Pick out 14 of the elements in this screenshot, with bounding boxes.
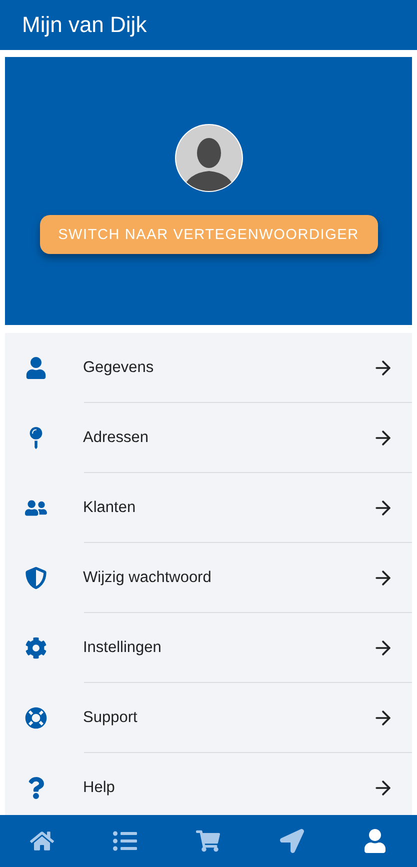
menu-item-label[interactable]: Adressen: [83, 429, 372, 447]
menu-item-label[interactable]: Klanten: [83, 499, 372, 517]
menu-item-label[interactable]: Instellingen: [83, 639, 372, 657]
settings-icon: [25, 637, 47, 659]
avatar-icon: [174, 123, 244, 193]
menu-item-label[interactable]: Wijzig wachtwoord: [83, 569, 372, 587]
nav-navigation-arrow-button[interactable]: [278, 827, 306, 855]
shield-icon: [25, 567, 47, 589]
user-icon: [25, 357, 47, 379]
menu-item-label[interactable]: Help: [83, 779, 372, 797]
menu-item-label[interactable]: Gegevens: [83, 359, 372, 377]
page-title: Mijn van Dijk: [22, 12, 147, 38]
lifebuoy-icon: [25, 707, 47, 729]
menu-item-label[interactable]: Support: [83, 709, 372, 727]
